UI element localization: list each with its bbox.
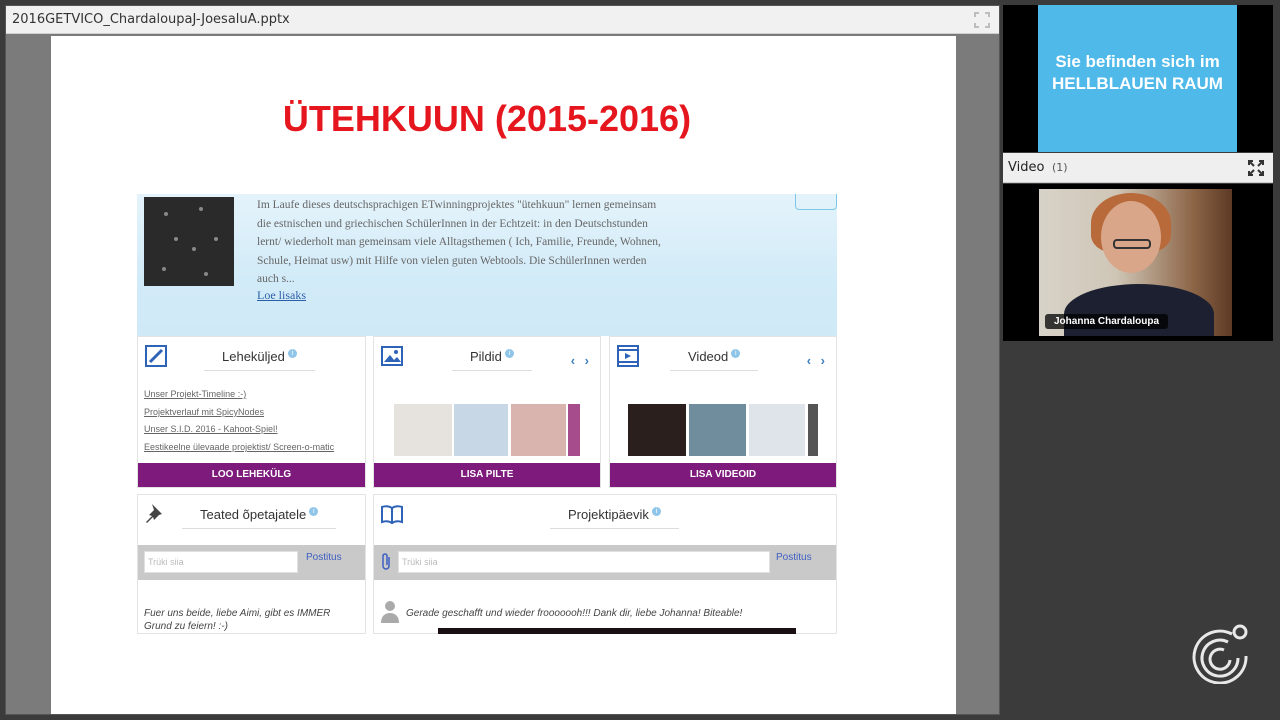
participant-glasses [1113, 239, 1151, 249]
page-link[interactable]: Eestikeelne ülevaade projektist/ Screen-… [144, 442, 334, 452]
slide: ÜTEHKUUN (2015-2016) Im Laufe dieses deu… [51, 36, 956, 714]
video-thumbnail[interactable] [628, 404, 686, 456]
diary-input[interactable]: Trüki siia [398, 551, 770, 573]
images-heading: Pildid i [452, 349, 532, 371]
room-notice: Sie befinden sich im HELLBLAUEN RAUM [1038, 5, 1237, 152]
info-icon[interactable]: i [504, 349, 514, 358]
page-link[interactable]: Unser S.I.D. 2016 - Kahoot-Spiel! [144, 424, 278, 434]
presentation-filename: 2016GETVICO_ChardaloupaJ-JoesaluA.pptx [12, 12, 290, 27]
participant-name-label: Johanna Chardaloupa [1045, 314, 1169, 329]
page-link[interactable]: Unser Projekt-Timeline :-) [144, 389, 246, 399]
page-link[interactable]: Projektverlauf mit SpicyNodes [144, 407, 264, 417]
video-thumbnail[interactable] [689, 404, 746, 456]
videos-nav-arrows[interactable]: ‹ › [807, 353, 828, 368]
teachers-post-button[interactable]: Postitus [306, 552, 342, 563]
teachers-notes-heading: Teated õpetajatele i [182, 507, 337, 529]
diary-post-bar: Trüki siia Postitus [374, 545, 836, 580]
create-page-button[interactable]: LOO LEHEKÜLG [138, 463, 365, 487]
info-icon[interactable]: i [731, 349, 741, 358]
fullscreen-icon[interactable] [973, 11, 991, 29]
presentation-window: 2016GETVICO_ChardaloupaJ-JoesaluA.pptx Ü… [5, 5, 1000, 715]
images-card: Pildid i ‹ › LISA PILTE [373, 336, 601, 488]
project-diary-heading: Projektipäevik i [550, 507, 679, 529]
image-thumbnail[interactable] [568, 404, 580, 456]
slide-title: ÜTEHKUUN (2015-2016) [282, 98, 692, 139]
room-notice-line2: HELLBLAUEN RAUM [1052, 74, 1223, 93]
add-videos-button[interactable]: LISA VIDEOID [610, 463, 836, 487]
project-description: Im Laufe dieses deutschsprachigen ETwinn… [257, 199, 661, 285]
image-thumbnail[interactable] [394, 404, 452, 456]
images-nav-arrows[interactable]: ‹ › [571, 353, 592, 368]
expand-icon[interactable] [1247, 159, 1265, 177]
diary-post-button[interactable]: Postitus [776, 552, 812, 563]
image-icon [381, 346, 403, 366]
read-more-link[interactable]: Loe lisaks [257, 288, 306, 303]
page-icon [145, 345, 167, 367]
video-participant-count: (1) [1052, 161, 1068, 174]
video-panel-title: Video [1008, 160, 1045, 175]
video-feed-panel: Johanna Chardaloupa [1003, 184, 1273, 341]
app-root: 2016GETVICO_ChardaloupaJ-JoesaluA.pptx Ü… [0, 0, 1280, 720]
pages-heading: Leheküljed i [204, 349, 315, 371]
videos-card: Videod i ‹ › LISA VIDEOID [609, 336, 837, 488]
embedded-webpage: Im Laufe dieses deutschsprachigen ETwinn… [137, 194, 837, 634]
videos-heading: Videod i [670, 349, 759, 371]
info-icon[interactable]: i [309, 507, 319, 516]
image-thumbnail[interactable] [454, 404, 508, 456]
project-thumbnail [144, 197, 234, 286]
teachers-post-bar: Trüki siia Postitus [138, 545, 365, 580]
participant-video[interactable]: Johanna Chardaloupa [1039, 189, 1232, 336]
presentation-titlebar: 2016GETVICO_ChardaloupaJ-JoesaluA.pptx [6, 6, 999, 34]
video-panel-header: Video (1) [1003, 153, 1273, 183]
teachers-comment: Fuer uns beide, liebe Aimi, gibt es IMME… [144, 608, 331, 632]
pin-icon [146, 504, 162, 523]
project-hero: Im Laufe dieses deutschsprachigen ETwinn… [137, 194, 837, 336]
pages-card: Leheküljed i Unser Projekt-Timeline :-) P… [137, 336, 366, 488]
user-avatar-icon [381, 601, 399, 623]
presentation-stage: ÜTEHKUUN (2015-2016) Im Laufe dieses deu… [6, 35, 999, 714]
participant-face [1101, 201, 1161, 273]
video-thumbnail[interactable] [808, 404, 818, 456]
project-diary-card: Projektipäevik i Trüki siia Postitus Gera… [373, 494, 837, 634]
info-icon[interactable]: i [651, 507, 661, 516]
teachers-notes-input[interactable]: Trüki siia [144, 551, 298, 573]
hero-badge [795, 194, 837, 210]
image-thumbnail[interactable] [511, 404, 566, 456]
add-images-button[interactable]: LISA PILTE [374, 463, 600, 487]
room-notice-line1: Sie befinden sich im [1055, 52, 1220, 71]
room-notice-panel: Sie befinden sich im HELLBLAUEN RAUM [1003, 5, 1273, 152]
video-thumbnail[interactable] [749, 404, 805, 456]
goethe-logo-icon [1192, 624, 1248, 684]
diary-comment: Gerade geschafft und wieder frooooooh!!!… [406, 608, 743, 619]
diary-media-strip [438, 628, 796, 634]
paperclip-icon[interactable] [379, 553, 393, 571]
info-icon[interactable]: i [287, 349, 297, 358]
book-icon [381, 505, 403, 525]
teachers-notes-card: Teated õpetajatele i Trüki siia Postitus … [137, 494, 366, 634]
video-icon [617, 345, 639, 367]
